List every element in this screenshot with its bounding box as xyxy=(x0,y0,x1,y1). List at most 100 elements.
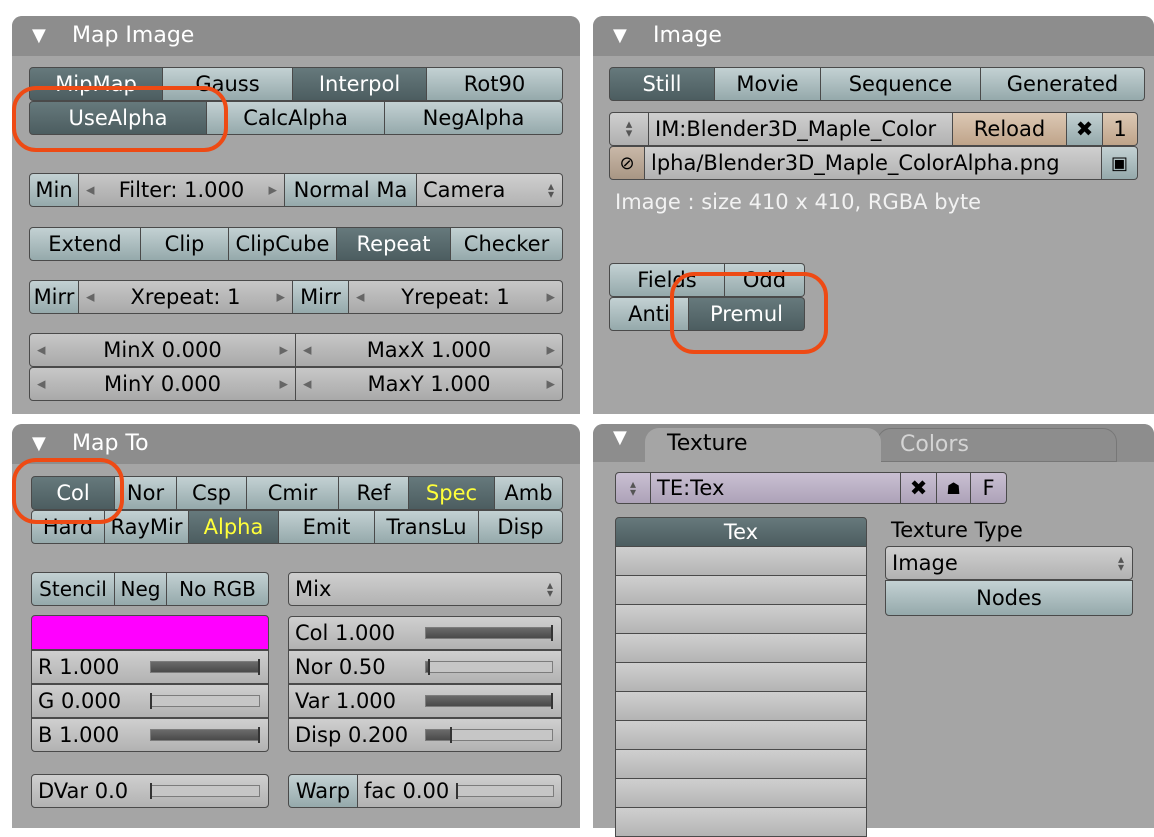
texture-slot-row[interactable] xyxy=(615,634,867,663)
csp-button[interactable]: Csp xyxy=(177,476,247,510)
neg-button[interactable]: Neg xyxy=(115,572,167,606)
repeat-button[interactable]: Repeat xyxy=(337,227,451,261)
col-factor-slider[interactable]: Col 1.000 xyxy=(288,616,562,650)
maxy-field[interactable]: ◀ MaxY 1.000 ▶ xyxy=(296,367,563,401)
file-browse-icon[interactable]: ⊘ xyxy=(609,146,645,180)
browse-updown-icon[interactable]: ▴ ▾ xyxy=(615,472,651,504)
slider-knob[interactable] xyxy=(551,625,553,641)
clipcube-button[interactable]: ClipCube xyxy=(229,227,337,261)
texture-slot-row[interactable] xyxy=(615,605,867,634)
negalpha-button[interactable]: NegAlpha xyxy=(385,101,563,135)
tab-texture[interactable]: Texture xyxy=(645,428,881,464)
stencil-button[interactable]: Stencil xyxy=(31,572,115,606)
nor-button[interactable]: Nor xyxy=(115,476,177,510)
texture-type-select[interactable]: Image ▴ ▾ xyxy=(885,546,1133,580)
texture-slot-row[interactable] xyxy=(615,750,867,779)
emit-button[interactable]: Emit xyxy=(279,510,375,544)
slider-knob[interactable] xyxy=(258,659,260,675)
translu-button[interactable]: TransLu xyxy=(375,510,479,544)
texture-slot-row[interactable] xyxy=(615,721,867,750)
slider-knob[interactable] xyxy=(427,659,430,675)
nor-factor-slider[interactable]: Nor 0.50 xyxy=(288,650,562,684)
r-slider[interactable]: R 1.000 xyxy=(31,650,269,684)
sequence-button[interactable]: Sequence xyxy=(821,67,981,101)
xrepeat-field[interactable]: ◀ Xrepeat: 1 ▶ xyxy=(79,280,293,314)
slider-knob[interactable] xyxy=(450,727,453,743)
miny-field[interactable]: ◀ MinY 0.000 ▶ xyxy=(29,367,296,401)
still-button[interactable]: Still xyxy=(609,67,715,101)
ref-button[interactable]: Ref xyxy=(339,476,409,510)
collapse-triangle-icon[interactable]: ▼ xyxy=(613,427,627,448)
texture-slot-row[interactable] xyxy=(615,779,867,808)
slider-knob[interactable] xyxy=(551,693,553,709)
slider-knob[interactable] xyxy=(258,727,260,743)
b-slider-fill xyxy=(151,730,259,740)
col-slider-track xyxy=(425,625,553,641)
texture-slot-row[interactable] xyxy=(615,692,867,721)
disp-slider-fill xyxy=(426,730,452,740)
unlink-x-icon[interactable]: ✖ xyxy=(901,472,937,504)
collapse-triangle-icon[interactable]: ▼ xyxy=(32,16,46,56)
image-header[interactable]: ▼ Image xyxy=(593,16,1154,56)
g-slider[interactable]: G 0.000 xyxy=(31,684,269,718)
f-button[interactable]: F xyxy=(971,472,1007,504)
texture-name-field[interactable]: TE:Tex xyxy=(651,472,901,504)
calcalpha-button[interactable]: CalcAlpha xyxy=(207,101,385,135)
image-name-field[interactable]: IM:Blender3D_Maple_Color xyxy=(649,112,953,146)
warp-button[interactable]: Warp xyxy=(288,774,358,808)
panel-title: Image xyxy=(653,23,722,48)
extend-button[interactable]: Extend xyxy=(29,227,141,261)
texture-slot-row[interactable] xyxy=(615,808,867,837)
slider-knob[interactable] xyxy=(150,783,152,799)
texture-slot-row[interactable] xyxy=(615,547,867,576)
cmir-button[interactable]: Cmir xyxy=(247,476,339,510)
movie-button[interactable]: Movie xyxy=(715,67,821,101)
slider-knob[interactable] xyxy=(456,783,458,799)
b-slider[interactable]: B 1.000 xyxy=(31,718,269,752)
clip-button[interactable]: Clip xyxy=(141,227,229,261)
alpha-button[interactable]: Alpha xyxy=(189,510,279,544)
checker-button[interactable]: Checker xyxy=(451,227,563,261)
generated-button[interactable]: Generated xyxy=(981,67,1145,101)
texture-slot-row[interactable] xyxy=(615,663,867,692)
normal-space-select[interactable]: Camera ▴ ▾ xyxy=(417,173,563,207)
minx-field[interactable]: ◀ MinX 0.000 ▶ xyxy=(29,333,296,367)
dvar-slider-track xyxy=(150,783,260,799)
pack-icon[interactable]: ▣ xyxy=(1102,146,1138,180)
panel-title: Map Image xyxy=(72,23,195,48)
slider-knob[interactable] xyxy=(150,693,152,709)
map-image-header[interactable]: ▼ Map Image xyxy=(12,16,580,56)
min-button[interactable]: Min xyxy=(29,173,79,207)
disp-factor-slider[interactable]: Disp 0.200 xyxy=(288,718,562,752)
normal-map-button[interactable]: Normal Ma xyxy=(285,173,417,207)
unlink-x-icon[interactable]: ✖ xyxy=(1067,112,1103,146)
texture-slot-row[interactable] xyxy=(615,576,867,605)
no-rgb-button[interactable]: No RGB xyxy=(167,572,269,606)
browse-updown-icon[interactable]: ▴ ▾ xyxy=(609,112,649,146)
disp-button[interactable]: Disp xyxy=(479,510,563,544)
spec-button[interactable]: Spec xyxy=(409,476,495,510)
arrow-left-icon: ◀ xyxy=(86,183,95,197)
filter-field[interactable]: ◀ Filter: 1.000 ▶ xyxy=(79,173,285,207)
rot90-button[interactable]: Rot90 xyxy=(427,67,563,101)
collapse-triangle-icon[interactable]: ▼ xyxy=(613,16,627,56)
filepath-field[interactable]: lpha/Blender3D_Maple_ColorAlpha.png xyxy=(645,146,1102,180)
users-count-button[interactable]: 1 xyxy=(1103,112,1138,146)
color-swatch[interactable] xyxy=(31,615,269,650)
tab-colors[interactable]: Colors xyxy=(877,428,1117,462)
mirr-x-button[interactable]: Mirr xyxy=(29,280,79,314)
warp-fac-slider[interactable]: fac 0.00 xyxy=(358,774,562,808)
yrepeat-field[interactable]: ◀ Yrepeat: 1 ▶ xyxy=(349,280,563,314)
interpol-button[interactable]: Interpol xyxy=(293,67,427,101)
reload-button[interactable]: Reload xyxy=(953,112,1067,146)
dvar-slider[interactable]: DVar 0.0 xyxy=(31,774,269,808)
amb-button[interactable]: Amb xyxy=(495,476,563,510)
fake-user-icon[interactable]: ☗ xyxy=(937,472,971,504)
mirr-y-button[interactable]: Mirr xyxy=(293,280,349,314)
blend-mode-select[interactable]: Mix ▴ ▾ xyxy=(288,572,562,606)
texture-slot-header[interactable]: Tex xyxy=(615,517,867,547)
nodes-button[interactable]: Nodes xyxy=(885,580,1133,616)
var-factor-slider[interactable]: Var 1.000 xyxy=(288,684,562,718)
warp-row: Warp fac 0.00 xyxy=(288,774,562,808)
maxx-field[interactable]: ◀ MaxX 1.000 ▶ xyxy=(296,333,563,367)
